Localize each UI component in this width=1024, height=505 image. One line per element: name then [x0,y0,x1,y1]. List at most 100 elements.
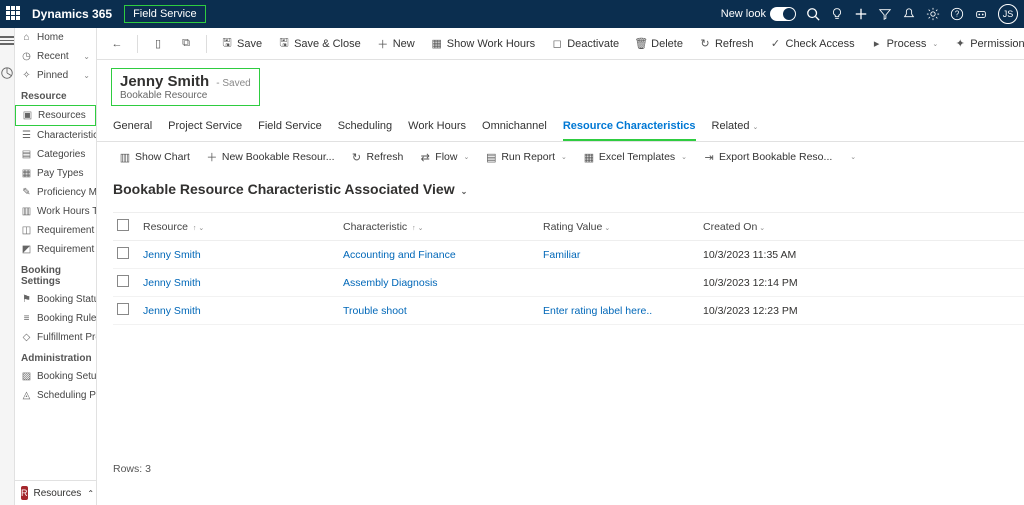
delete-button[interactable]: 🗑Delete [629,35,689,53]
hamburger-icon[interactable] [0,34,14,48]
tab-resource-characteristics[interactable]: Resource Characteristics [563,114,696,141]
plus-icon[interactable] [854,7,868,21]
separator [206,35,207,53]
gear-icon[interactable] [926,7,940,21]
permissions-button[interactable]: ✦Permissions [948,35,1024,53]
cell-resource[interactable]: Jenny Smith [139,271,339,295]
excel-templates-button[interactable]: ▦Excel Templates⌄ [577,148,693,166]
cell-rating[interactable]: Enter rating label here.. [539,299,699,323]
new-record-button[interactable]: ＋New Bookable Resour... [200,148,341,166]
filter-icon[interactable] [878,7,892,21]
search-icon[interactable] [806,7,820,21]
show-work-hours-button[interactable]: ▦Show Work Hours [425,35,541,53]
nav-recent[interactable]: ◷Recent⌄ [15,47,96,66]
assistant-icon[interactable] [974,7,988,21]
toggle-icon[interactable] [770,7,796,21]
cell-characteristic[interactable]: Trouble shoot [339,299,539,323]
new-look-toggle[interactable]: New look [721,7,796,21]
nav-booking-setup[interactable]: ▨Booking Setup Meta... [15,367,96,386]
status-icon: ◩ [21,244,32,255]
nav-home[interactable]: ⌂Home [15,28,96,47]
chevron-down-icon: ⌄ [83,71,90,80]
tab-field-service[interactable]: Field Service [258,114,322,141]
area-switcher[interactable]: R Resources ⌃ [15,480,96,505]
refresh-button[interactable]: ↻Refresh [693,35,760,53]
table-row[interactable]: Jenny SmithAccounting and FinanceFamilia… [113,241,1024,269]
nav-characteristics[interactable]: ☰Characteristics [15,126,96,145]
deactivate-button[interactable]: ◻Deactivate [545,35,625,53]
trash-icon: 🗑 [635,38,647,50]
save-icon: 🖫 [221,38,233,50]
app-launcher-icon[interactable] [6,6,22,22]
sitemap-icon[interactable] [0,66,14,80]
export-button[interactable]: ⇥Export Bookable Reso... [697,148,838,166]
process-button[interactable]: ▸Process⌄ [865,35,945,53]
group-admin: Administration [15,347,96,367]
nav-fulfillment[interactable]: ◇Fulfillment Preferences [15,328,96,347]
cell-resource[interactable]: Jenny Smith [139,299,339,323]
tab-project-service[interactable]: Project Service [168,114,242,141]
col-rating[interactable]: Rating Value⌄ [539,215,699,239]
nav-req-statuses[interactable]: ◩Requirement Statuses [15,240,96,259]
nav-categories[interactable]: ▤Categories [15,145,96,164]
row-checkbox[interactable] [117,303,129,315]
bell-icon[interactable] [902,7,916,21]
new-button[interactable]: ＋New [371,35,421,53]
user-avatar[interactable]: JS [998,4,1018,24]
view-selector-row: Bookable Resource Characteristic Associa… [97,172,1024,212]
characteristics-icon: ☰ [21,130,32,141]
cell-created: 10/3/2023 12:23 PM [699,299,1024,323]
col-created[interactable]: Created On⌄ [699,215,1024,239]
template-icon: ▥ [21,206,32,217]
new-look-label: New look [721,8,766,20]
nav-pinned[interactable]: ✧Pinned⌄ [15,66,96,85]
nav-booking-statuses[interactable]: ⚑Booking Statuses [15,290,96,309]
subgrid-refresh-button[interactable]: ↻Refresh [345,148,410,166]
row-checkbox[interactable] [117,247,129,259]
run-report-button[interactable]: ▤Run Report⌄ [479,148,573,166]
nav-proficiency[interactable]: ✎Proficiency Models [15,183,96,202]
tab-related[interactable]: Related⌄ [712,114,759,141]
tab-scheduling[interactable]: Scheduling [338,114,392,141]
paytypes-icon: ▦ [21,168,32,179]
table-row[interactable]: Jenny SmithAssembly Diagnosis10/3/2023 1… [113,269,1024,297]
view-selector[interactable]: Bookable Resource Characteristic Associa… [113,181,467,197]
cell-resource[interactable]: Jenny Smith [139,243,339,267]
chevron-down-icon: ⌄ [932,40,938,48]
popout-icon: ⧉ [180,38,192,50]
chevron-down-icon: ⌄ [561,153,567,161]
nav-scheduling-params[interactable]: ◬Scheduling Paramete... [15,386,96,405]
row-checkbox[interactable] [117,275,129,287]
save-button[interactable]: 🖫Save [215,35,268,53]
cell-rating[interactable]: Familiar [539,243,699,267]
nav-paytypes[interactable]: ▦Pay Types [15,164,96,183]
tab-omnichannel[interactable]: Omnichannel [482,114,547,141]
check-access-button[interactable]: ✓Check Access [764,35,861,53]
subgrid-flow-button[interactable]: ⇄Flow⌄ [413,148,475,166]
app-name[interactable]: Field Service [124,5,206,23]
nav-booking-rules[interactable]: ≡Booking Rules [15,309,96,328]
col-characteristic[interactable]: Characteristic ↑⌄ [339,215,539,239]
new-window-button[interactable]: ⧉ [174,35,198,53]
flag-icon: ⚑ [21,294,32,305]
save-close-button[interactable]: 🖫Save & Close [272,35,367,53]
nav-resources[interactable]: ▣Resources [15,105,96,126]
show-chart-button[interactable]: ▥Show Chart [113,148,196,166]
col-resource[interactable]: Resource ↑⌄ [139,215,339,239]
plus-icon: ＋ [206,151,218,163]
table-row[interactable]: Jenny SmithTrouble shootEnter rating lab… [113,297,1024,325]
nav-req-group[interactable]: ◫Requirement Group ... [15,221,96,240]
refresh-icon: ↻ [351,151,363,163]
open-record-set-button[interactable]: ▯ [146,35,170,53]
nav-workhours-templates[interactable]: ▥Work Hours Templates [15,202,96,221]
cell-characteristic[interactable]: Accounting and Finance [339,243,539,267]
resources-icon: ▣ [22,110,33,121]
back-button[interactable]: ← [105,35,129,53]
lightbulb-icon[interactable] [830,7,844,21]
tab-work-hours[interactable]: Work Hours [408,114,466,141]
tab-general[interactable]: General [113,114,152,141]
select-all-checkbox[interactable] [117,219,129,231]
help-icon[interactable]: ? [950,7,964,21]
subgrid-more-button[interactable]: ⌄ [842,150,862,164]
cell-characteristic[interactable]: Assembly Diagnosis [339,271,539,295]
